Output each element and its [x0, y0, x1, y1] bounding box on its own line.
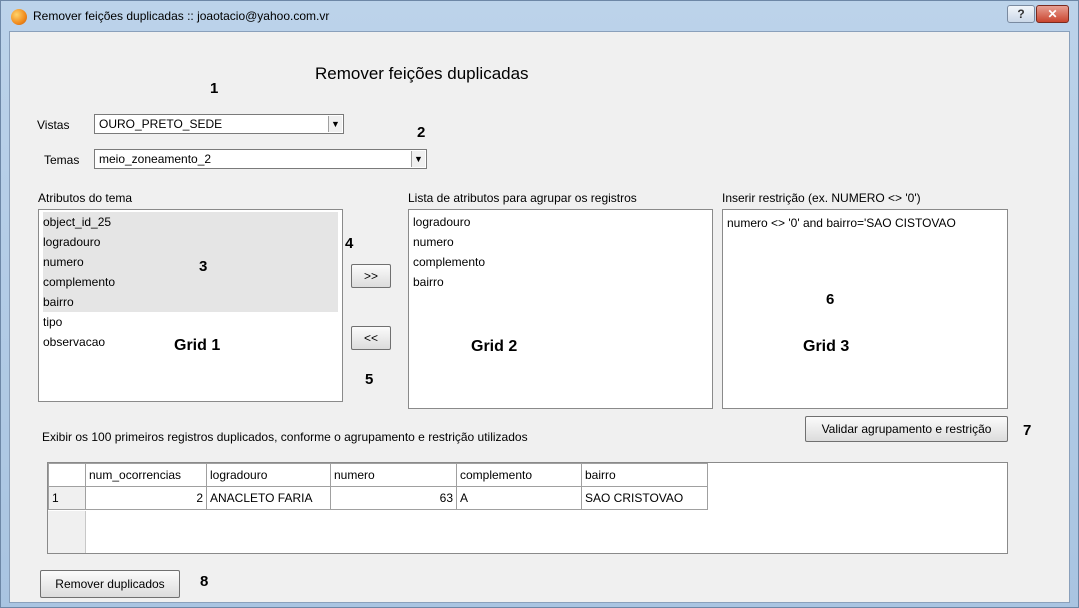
marker-7: 7	[1023, 422, 1032, 439]
add-attribute-button[interactable]: >>	[351, 264, 391, 288]
list-item[interactable]: tipo	[43, 312, 62, 332]
list-item[interactable]: logradouro	[413, 212, 470, 232]
grid-2-label: Grid 2	[471, 338, 518, 355]
temas-label: Temas	[44, 153, 80, 167]
row-header-corner	[48, 463, 86, 487]
title-bar: Remover feições duplicadas :: joaotacio@…	[1, 1, 1078, 31]
vistas-value: OURO_PRETO_SEDE	[99, 117, 223, 131]
list-item[interactable]: bairro	[43, 292, 338, 312]
list-item[interactable]: logradouro	[43, 232, 338, 252]
marker-3: 3	[199, 258, 208, 275]
list-item[interactable]: complemento	[43, 272, 338, 292]
app-window: Remover feições duplicadas :: joaotacio@…	[0, 0, 1079, 608]
temas-select[interactable]: meio_zoneamento_2 ▼	[94, 149, 427, 169]
column-header[interactable]: logradouro	[206, 463, 331, 487]
list-item[interactable]: bairro	[413, 272, 444, 292]
list-item[interactable]: complemento	[413, 252, 485, 272]
table-cell[interactable]: 2	[85, 486, 207, 510]
restriction-input[interactable]: numero <> '0' and bairro='SAO CISTOVAO 6…	[722, 209, 1008, 409]
remove-attribute-button[interactable]: <<	[351, 326, 391, 350]
validate-button[interactable]: Validar agrupamento e restrição	[805, 416, 1008, 442]
table-cell[interactable]: 63	[330, 486, 457, 510]
marker-8: 8	[200, 573, 209, 590]
marker-2: 2	[417, 124, 426, 141]
list-item[interactable]: object_id_25	[43, 212, 338, 232]
column-header[interactable]: numero	[330, 463, 457, 487]
table-header-row: num_ocorrencias logradouro numero comple…	[48, 463, 708, 487]
restr-label: Inserir restrição (ex. NUMERO <> '0')	[722, 191, 921, 205]
chevron-down-icon[interactable]: ▼	[411, 151, 425, 167]
remove-duplicates-button[interactable]: Remover duplicados	[40, 570, 180, 598]
row-header[interactable]: 1	[48, 486, 86, 510]
help-button[interactable]: ?	[1007, 5, 1035, 23]
column-header[interactable]: bairro	[581, 463, 708, 487]
attrs-label: Atributos do tema	[38, 191, 133, 205]
marker-4: 4	[345, 235, 354, 252]
marker-6: 6	[826, 291, 835, 308]
dialog-client: Remover feições duplicadas 1 Vistas OURO…	[9, 31, 1070, 603]
vistas-label: Vistas	[37, 118, 70, 132]
grid-3-label: Grid 3	[803, 338, 850, 355]
results-grid[interactable]: num_ocorrencias logradouro numero comple…	[47, 462, 1008, 554]
table-cell[interactable]: SAO CRISTOVAO	[581, 486, 708, 510]
info-text: Exibir os 100 primeiros registros duplic…	[42, 430, 528, 444]
table-cell[interactable]: ANACLETO FARIA	[206, 486, 331, 510]
dialog-heading: Remover feições duplicadas	[315, 64, 529, 83]
temas-value: meio_zoneamento_2	[99, 152, 212, 166]
restriction-text: numero <> '0' and bairro='SAO CISTOVAO	[727, 216, 956, 230]
grid-1-label: Grid 1	[174, 337, 221, 354]
close-button[interactable]: ✕	[1036, 5, 1069, 23]
table-row[interactable]: 1 2 ANACLETO FARIA 63 A SAO CRISTOVAO	[48, 486, 708, 510]
list-item[interactable]: numero	[43, 252, 338, 272]
vistas-select[interactable]: OURO_PRETO_SEDE ▼	[94, 114, 344, 134]
window-title: Remover feições duplicadas :: joaotacio@…	[33, 9, 330, 23]
attrs-list[interactable]: object_id_25 logradouro numero complemen…	[38, 209, 343, 402]
row-header-gutter	[48, 511, 86, 553]
results-table: num_ocorrencias logradouro numero comple…	[48, 463, 708, 510]
group-list[interactable]: logradouro numero complemento bairro Gri…	[408, 209, 713, 409]
chevron-down-icon[interactable]: ▼	[328, 116, 342, 132]
marker-5: 5	[365, 371, 374, 388]
column-header[interactable]: complemento	[456, 463, 582, 487]
table-cell[interactable]: A	[456, 486, 582, 510]
marker-1: 1	[210, 80, 219, 97]
column-header[interactable]: num_ocorrencias	[85, 463, 207, 487]
app-icon	[11, 9, 27, 25]
list-item[interactable]: numero	[413, 232, 454, 252]
list-item[interactable]: observacao	[43, 332, 105, 352]
group-label: Lista de atributos para agrupar os regis…	[408, 191, 637, 205]
